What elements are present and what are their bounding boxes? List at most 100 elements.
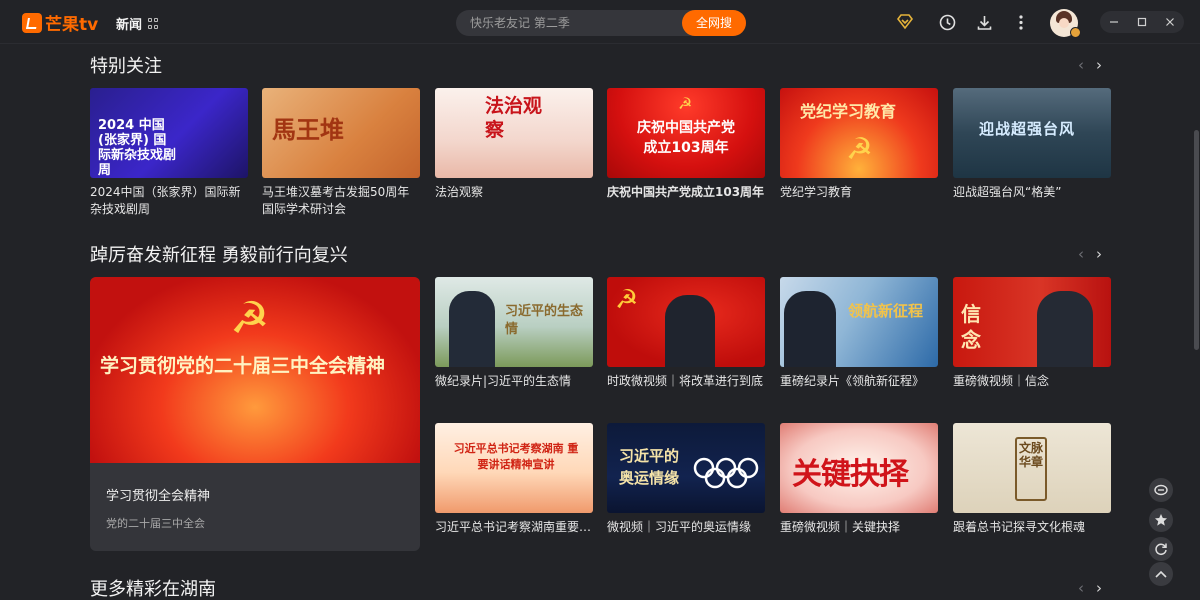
video-thumbnail: 习近平总书记考察湖南 重要讲话精神宣讲 [435,423,593,513]
party-emblem-icon: ☭ [846,132,873,167]
video-caption[interactable]: 法治观察 [435,184,593,201]
video-card[interactable]: 信念 重磅微视频｜信念 [953,277,1111,390]
refresh-icon[interactable] [1149,537,1173,561]
thumbnail-text: 法治观察 [485,95,543,141]
video-caption[interactable]: 马王堆汉墓考古发掘50周年国际学术研讨会 [262,184,420,218]
thumbnail-text: 关键抉择 [792,457,909,492]
history-clock-icon[interactable] [937,12,957,32]
featured-title[interactable]: 学习贯彻全会精神 [106,485,210,504]
video-caption[interactable]: 2024中国（张家界）国际新杂技戏剧周 [90,184,248,218]
video-card[interactable]: 馬王堆 马王堆汉墓考古发掘50周年国际学术研讨会 [262,88,420,218]
window-controls [1100,11,1184,33]
top-bar: 芒果tv 新闻 全网搜 [0,0,1200,44]
video-thumbnail: 文脉华章 [953,423,1111,513]
thumbnail-text: 迎战超强台风 [979,120,1076,138]
video-thumbnail: 领航新征程 [780,277,938,367]
thumbnail-text: 信念 [961,302,981,352]
portrait-figure [665,295,715,367]
prev-arrow-icon[interactable]: ‹ [1078,246,1084,262]
olympic-rings-icon [693,457,759,489]
scrollbar[interactable] [1194,130,1199,350]
maximize-icon[interactable] [1134,14,1150,30]
prev-arrow-icon[interactable]: ‹ [1078,57,1084,73]
video-thumbnail: 迎战超强台风 [953,88,1111,178]
video-card[interactable]: 习近平的生态情 微纪录片|习近平的生态情 [435,277,593,390]
vip-badge-icon [1070,27,1081,38]
search-bar: 全网搜 [456,10,746,36]
video-caption[interactable]: 微纪录片|习近平的生态情 [435,373,593,390]
video-thumbnail: 习近平的生态情 [435,277,593,367]
video-card[interactable]: 文脉华章 跟着总书记探寻文化根魂 [953,423,1111,536]
section-title-new-journey: 踔厉奋发新征程 勇毅前行向复兴 [90,245,348,266]
logo-mark-icon [22,12,42,33]
featured-thumbnail: ☭ 学习贯彻党的二十届三中全会精神 [90,277,420,463]
thumbnail-text: 领航新征程 [848,302,924,320]
video-thumbnail: 馬王堆 [262,88,420,178]
video-card[interactable]: 关键抉择 重磅微视频｜关键抉择 [780,423,938,536]
video-card[interactable]: ☭ 时政微视频｜将改革进行到底 [607,277,765,390]
video-thumbnail: 习近平的奥运情缘 [607,423,765,513]
video-card[interactable]: 迎战超强台风 迎战超强台风“格美” [953,88,1111,201]
video-thumbnail: 法治观察 [435,88,593,178]
video-caption[interactable]: 党纪学习教育 [780,184,938,201]
mango-tv-logo[interactable]: 芒果tv [22,10,98,35]
video-card[interactable]: ☭ 庆祝中国共产党 成立103周年 庆祝中国共产党成立103周年 [607,88,765,201]
thumbnail-text: 习近平总书记考察湖南 重要讲话精神宣讲 [453,442,579,471]
prev-arrow-icon[interactable]: ‹ [1078,580,1084,596]
portrait-figure [449,291,495,367]
minimize-icon[interactable] [1106,14,1122,30]
more-vertical-icon[interactable] [1011,12,1031,32]
search-button[interactable]: 全网搜 [682,10,746,36]
close-icon[interactable] [1162,14,1178,30]
channel-selector[interactable]: 新闻 [116,14,159,33]
video-caption[interactable]: 迎战超强台风“格美” [953,184,1111,201]
thumbnail-text: 馬王堆 [272,115,344,144]
party-emblem-icon: ☭ [678,94,693,113]
video-card[interactable]: 法治观察 法治观察 [435,88,593,201]
next-arrow-icon[interactable]: › [1096,246,1102,262]
video-caption[interactable]: 跟着总书记探寻文化根魂 [953,519,1111,536]
video-card[interactable]: 领航新征程 重磅纪录片《领航新征程》 [780,277,938,390]
video-caption[interactable]: 重磅微视频｜信念 [953,373,1111,390]
thumbnail-text: 文脉华章 [1019,441,1044,469]
video-caption[interactable]: 习近平总书记考察湖南重要讲话精神 [435,519,593,536]
thumbnail-text: 习近平的生态情 [505,304,584,337]
section-3-arrows: ‹ › [1078,580,1102,596]
favorite-star-icon[interactable] [1149,508,1173,532]
video-caption[interactable]: 庆祝中国共产党成立103周年 [607,184,765,201]
download-icon[interactable] [974,12,994,32]
section-1-arrows: ‹ › [1078,57,1102,73]
video-thumbnail: 信念 [953,277,1111,367]
next-arrow-icon[interactable]: › [1096,580,1102,596]
section-title-hunan: 更多精彩在湖南 [90,579,216,600]
video-card[interactable]: 党纪学习教育 ☭ 党纪学习教育 [780,88,938,201]
channel-label: 新闻 [116,18,143,33]
video-thumbnail: ☭ 庆祝中国共产党 成立103周年 [607,88,765,178]
video-card[interactable]: 习近平的奥运情缘 微视频｜习近平的奥运情缘 [607,423,765,536]
thumbnail-text: 党纪学习教育 [800,102,897,121]
thumbnail-text: 庆祝中国共产党 成立103周年 [637,120,735,156]
featured-thumbnail-text: 学习贯彻党的二十届三中全会精神 [100,355,386,377]
logo-text: 芒果tv [45,15,99,35]
back-to-top-icon[interactable] [1149,562,1173,586]
video-thumbnail: 2024 中国(张家界) 国际新杂技戏剧周 [90,88,248,178]
video-caption[interactable]: 重磅纪录片《领航新征程》 [780,373,938,390]
thumbnail-text: 2024 中国(张家界) 国际新杂技戏剧周 [98,118,177,178]
video-caption[interactable]: 微视频｜习近平的奥运情缘 [607,519,765,536]
portrait-figure [1037,291,1093,367]
feedback-icon[interactable] [1149,478,1173,502]
thumbnail-text: 习近平的奥运情缘 [619,447,680,487]
portrait-figure [784,291,836,367]
next-arrow-icon[interactable]: › [1096,57,1102,73]
video-card[interactable]: 习近平总书记考察湖南 重要讲话精神宣讲 习近平总书记考察湖南重要讲话精神 [435,423,593,536]
video-card[interactable]: 2024 中国(张家界) 国际新杂技戏剧周 2024中国（张家界）国际新杂技戏剧… [90,88,248,218]
grid-menu-icon [148,18,159,29]
video-thumbnail: ☭ [607,277,765,367]
video-caption[interactable]: 时政微视频｜将改革进行到底 [607,373,765,390]
video-thumbnail: 关键抉择 [780,423,938,513]
featured-card[interactable]: ☭ 学习贯彻党的二十届三中全会精神 学习贯彻全会精神 党的二十届三中全会 [90,277,420,551]
featured-subtitle: 党的二十届三中全会 [106,517,205,530]
vip-diamond-icon[interactable] [895,12,915,32]
search-input[interactable] [470,10,670,36]
video-caption[interactable]: 重磅微视频｜关键抉择 [780,519,938,536]
